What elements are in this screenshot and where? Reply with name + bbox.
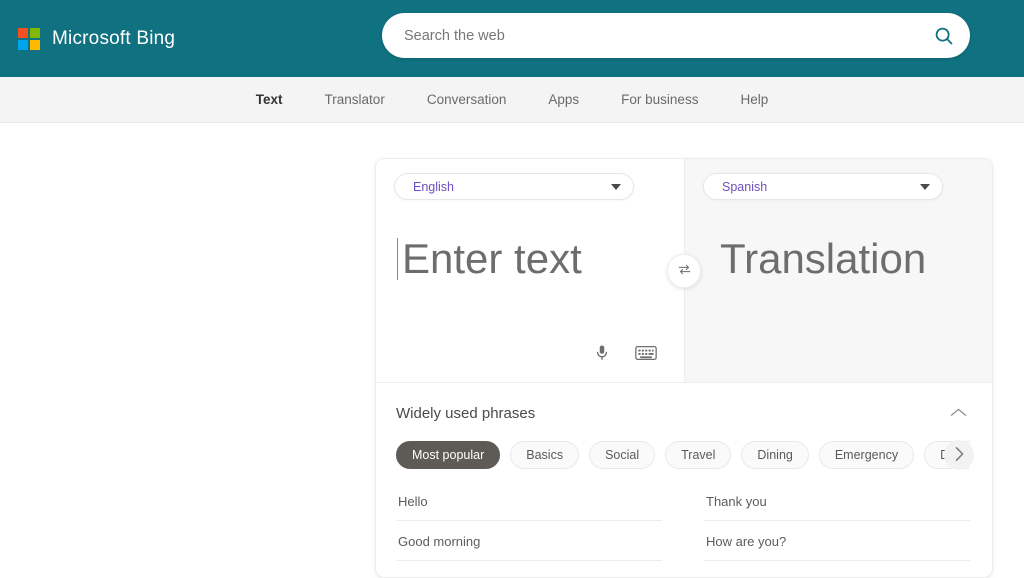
source-text-placeholder[interactable]: Enter text bbox=[397, 238, 666, 280]
search-icon bbox=[933, 25, 955, 47]
list-item[interactable]: Hello bbox=[396, 481, 662, 521]
search-input[interactable] bbox=[382, 27, 918, 44]
chip-travel[interactable]: Travel bbox=[665, 441, 732, 469]
swap-languages-button[interactable] bbox=[667, 254, 701, 288]
tab-translator[interactable]: Translator bbox=[304, 77, 406, 123]
phrase-list: Hello Thank you Good morning How are you… bbox=[396, 481, 970, 561]
source-tools bbox=[590, 342, 658, 366]
tab-conversation[interactable]: Conversation bbox=[406, 77, 528, 123]
phrases-header: Widely used phrases bbox=[396, 401, 970, 425]
chevron-right-icon bbox=[954, 446, 965, 465]
phrases-title: Widely used phrases bbox=[396, 404, 536, 422]
scroll-categories-right-button[interactable] bbox=[944, 440, 974, 470]
swap-languages-icon bbox=[677, 262, 692, 280]
target-language-dropdown[interactable]: Spanish bbox=[703, 173, 943, 200]
brand-name: Microsoft Bing bbox=[52, 27, 176, 49]
microphone-button[interactable] bbox=[590, 342, 614, 366]
microsoft-logo-icon bbox=[18, 27, 40, 50]
target-pane: Spanish Translation bbox=[684, 159, 992, 382]
chip-emergency[interactable]: Emergency bbox=[818, 441, 915, 469]
source-pane[interactable]: English Enter text bbox=[376, 159, 684, 382]
keyboard-icon bbox=[635, 345, 657, 364]
search-button[interactable] bbox=[918, 13, 970, 58]
search-box[interactable] bbox=[382, 13, 970, 58]
translate-area: English Enter text Spanish Translation bbox=[376, 159, 992, 383]
chip-dining[interactable]: Dining bbox=[741, 441, 809, 469]
widely-used-phrases-section: Widely used phrases Most popular Basics … bbox=[376, 383, 992, 561]
chip-basics[interactable]: Basics bbox=[510, 441, 580, 469]
target-text-placeholder: Translation bbox=[720, 235, 927, 282]
sub-navigation: Text Translator Conversation Apps For bu… bbox=[0, 77, 1024, 123]
target-language-label: Spanish bbox=[722, 179, 768, 194]
tab-apps[interactable]: Apps bbox=[527, 77, 600, 123]
microphone-icon bbox=[593, 343, 611, 366]
brand-logo-link[interactable]: Microsoft Bing bbox=[18, 0, 175, 77]
tab-text[interactable]: Text bbox=[235, 77, 304, 123]
source-language-label: English bbox=[413, 179, 454, 194]
chevron-down-icon bbox=[920, 183, 930, 190]
chip-most-popular[interactable]: Most popular bbox=[396, 441, 501, 469]
top-header: Microsoft Bing bbox=[0, 0, 1024, 77]
keyboard-button[interactable] bbox=[634, 342, 658, 366]
phrase-categories[interactable]: Most popular Basics Social Travel Dining… bbox=[396, 441, 970, 469]
source-language-dropdown[interactable]: English bbox=[394, 173, 634, 200]
phrase-categories-row: Most popular Basics Social Travel Dining… bbox=[396, 440, 974, 470]
chevron-down-icon bbox=[611, 183, 621, 190]
translator-card: English Enter text Spanish Translation W… bbox=[375, 158, 993, 578]
tab-help[interactable]: Help bbox=[719, 77, 789, 123]
chevron-up-icon bbox=[950, 406, 967, 421]
chip-social[interactable]: Social bbox=[589, 441, 656, 469]
list-item[interactable]: How are you? bbox=[704, 521, 970, 561]
collapse-phrases-button[interactable] bbox=[946, 401, 970, 425]
list-item[interactable]: Thank you bbox=[704, 481, 970, 521]
list-item[interactable]: Good morning bbox=[396, 521, 662, 561]
tab-for-business[interactable]: For business bbox=[600, 77, 719, 123]
